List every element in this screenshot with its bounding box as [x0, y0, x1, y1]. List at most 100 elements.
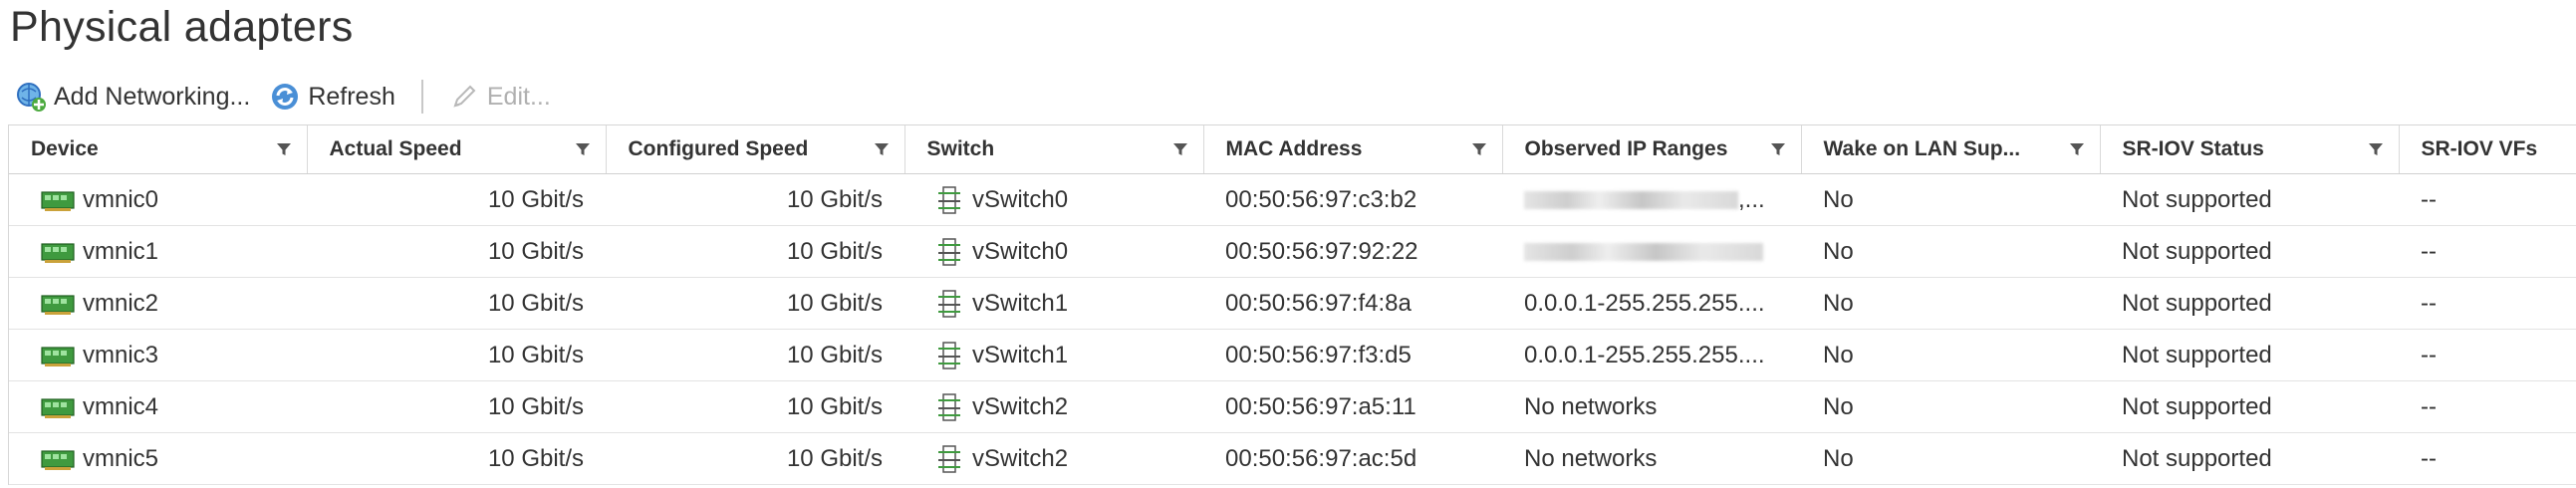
cell-actual-speed: 10 Gbit/s — [307, 329, 606, 381]
pencil-icon — [453, 85, 476, 108]
cell-switch: vSwitch1 — [904, 329, 1203, 381]
cell-configured-speed: 10 Gbit/s — [606, 380, 904, 433]
edit-label: Edit... — [486, 82, 551, 111]
toolbar: Add Networking... Refresh Edit... — [14, 76, 551, 118]
column-header-label: Wake on LAN Sup... — [1823, 137, 2021, 160]
table-row[interactable]: vmnic5 10 Gbit/s 10 Gbit/s vSwitch2 00:50:56… — [9, 432, 2576, 485]
filter-funnel-icon[interactable] — [2068, 140, 2086, 158]
filter-funnel-icon[interactable] — [1171, 140, 1189, 158]
refresh-icon — [272, 84, 299, 110]
filter-funnel-icon[interactable] — [574, 140, 592, 158]
column-header-actual-speed[interactable]: Actual Speed — [307, 125, 607, 174]
filter-funnel-icon[interactable] — [1470, 140, 1488, 158]
cell-configured-speed: 10 Gbit/s — [606, 329, 904, 381]
column-header-label: Configured Speed — [628, 137, 809, 160]
cell-switch: vSwitch0 — [904, 225, 1203, 278]
network-card-icon — [41, 190, 75, 211]
device-name: vmnic4 — [83, 392, 159, 420]
cell-wake-on-lan: No — [1801, 173, 2100, 226]
virtual-switch-icon — [938, 237, 960, 266]
filter-funnel-icon[interactable] — [1769, 140, 1787, 158]
physical-adapters-grid: Device Actual Speed Configured Speed Switch… — [8, 124, 2576, 485]
cell-sriov-status: Not supported — [2100, 173, 2399, 226]
network-card-icon — [41, 449, 75, 470]
cell-sriov-vfs: -- — [2399, 277, 2576, 330]
switch-name: vSwitch0 — [972, 185, 1069, 213]
cell-sriov-status: Not supported — [2100, 380, 2399, 433]
table-row[interactable]: vmnic1 10 Gbit/s 10 Gbit/s vSwitch0 00:50:56… — [9, 225, 2576, 278]
switch-name: vSwitch2 — [972, 444, 1069, 472]
cell-device: vmnic1 — [9, 225, 307, 278]
add-networking-icon — [17, 83, 46, 112]
cell-device: vmnic2 — [9, 277, 307, 330]
cell-mac-address: 00:50:56:97:f3:d5 — [1203, 329, 1502, 381]
cell-sriov-vfs: -- — [2399, 225, 2576, 278]
virtual-switch-icon — [938, 341, 960, 369]
network-card-icon — [41, 294, 75, 315]
cell-switch: vSwitch2 — [904, 380, 1203, 433]
column-header-sriov-status[interactable]: SR-IOV Status — [2100, 125, 2400, 174]
device-name: vmnic0 — [83, 185, 159, 213]
cell-sriov-vfs: -- — [2399, 432, 2576, 485]
cell-mac-address: 00:50:56:97:a5:11 — [1203, 380, 1502, 433]
column-header-configured-speed[interactable]: Configured Speed — [606, 125, 905, 174]
network-card-icon — [41, 346, 75, 366]
grid-body: vmnic0 10 Gbit/s 10 Gbit/s vSwitch0 00:50:56… — [9, 173, 2576, 485]
filter-funnel-icon[interactable] — [873, 140, 891, 158]
table-row[interactable]: vmnic4 10 Gbit/s 10 Gbit/s vSwitch2 00:50:56… — [9, 380, 2576, 433]
cell-sriov-status: Not supported — [2100, 329, 2399, 381]
switch-name: vSwitch1 — [972, 289, 1069, 317]
column-header-sriov-vfs[interactable]: SR-IOV VFs — [2399, 125, 2576, 174]
cell-sriov-status: Not supported — [2100, 277, 2399, 330]
column-header-switch[interactable]: Switch — [904, 125, 1204, 174]
cell-wake-on-lan: No — [1801, 380, 2100, 433]
device-name: vmnic3 — [83, 341, 159, 368]
column-header-label: Actual Speed — [329, 137, 462, 160]
table-row[interactable]: vmnic3 10 Gbit/s 10 Gbit/s vSwitch1 00:50:56… — [9, 329, 2576, 381]
cell-observed-ip-ranges: No networks — [1502, 432, 1801, 485]
device-name: vmnic2 — [83, 289, 159, 317]
switch-name: vSwitch0 — [972, 237, 1069, 265]
table-row[interactable]: vmnic0 10 Gbit/s 10 Gbit/s vSwitch0 00:50:56… — [9, 173, 2576, 226]
refresh-button[interactable]: Refresh — [268, 76, 395, 118]
virtual-switch-icon — [938, 185, 960, 214]
page-title: Physical adapters — [10, 3, 354, 51]
column-header-label: MAC Address — [1225, 137, 1363, 160]
network-card-icon — [41, 242, 75, 263]
redacted-ip-range — [1524, 243, 1763, 262]
switch-name: vSwitch1 — [972, 341, 1069, 368]
cell-mac-address: 00:50:56:97:ac:5d — [1203, 432, 1502, 485]
edit-button[interactable]: Edit... — [447, 76, 551, 118]
cell-mac-address: 00:50:56:97:f4:8a — [1203, 277, 1502, 330]
cell-mac-address: 00:50:56:97:92:22 — [1203, 225, 1502, 278]
column-header-label: SR-IOV VFs — [2421, 137, 2538, 160]
cell-sriov-vfs: -- — [2399, 380, 2576, 433]
toolbar-divider — [420, 80, 423, 114]
cell-observed-ip-ranges: 0.0.0.1-255.255.255.... — [1502, 277, 1801, 330]
cell-actual-speed: 10 Gbit/s — [307, 173, 606, 226]
table-row[interactable]: vmnic2 10 Gbit/s 10 Gbit/s vSwitch1 00:50:56… — [9, 277, 2576, 330]
filter-funnel-icon[interactable] — [275, 140, 293, 158]
cell-wake-on-lan: No — [1801, 432, 2100, 485]
cell-mac-address: 00:50:56:97:c3:b2 — [1203, 173, 1502, 226]
column-header-observed-ip-ranges[interactable]: Observed IP Ranges — [1502, 125, 1802, 174]
cell-actual-speed: 10 Gbit/s — [307, 432, 606, 485]
virtual-switch-icon — [938, 444, 960, 473]
column-header-label: SR-IOV Status — [2122, 137, 2264, 160]
cell-switch: vSwitch0 — [904, 173, 1203, 226]
cell-observed-ip-ranges: ,... — [1502, 173, 1801, 226]
cell-configured-speed: 10 Gbit/s — [606, 432, 904, 485]
cell-actual-speed: 10 Gbit/s — [307, 225, 606, 278]
cell-switch: vSwitch1 — [904, 277, 1203, 330]
column-header-label: Observed IP Ranges — [1524, 137, 1728, 160]
cell-sriov-status: Not supported — [2100, 225, 2399, 278]
cell-wake-on-lan: No — [1801, 329, 2100, 381]
cell-device: vmnic4 — [9, 380, 307, 433]
network-card-icon — [41, 397, 75, 418]
cell-device: vmnic0 — [9, 173, 307, 226]
column-header-mac-address[interactable]: MAC Address — [1203, 125, 1503, 174]
column-header-wake-on-lan[interactable]: Wake on LAN Sup... — [1801, 125, 2101, 174]
filter-funnel-icon[interactable] — [2367, 140, 2385, 158]
add-networking-button[interactable]: Add Networking... — [14, 76, 250, 118]
column-header-device[interactable]: Device — [9, 125, 308, 174]
